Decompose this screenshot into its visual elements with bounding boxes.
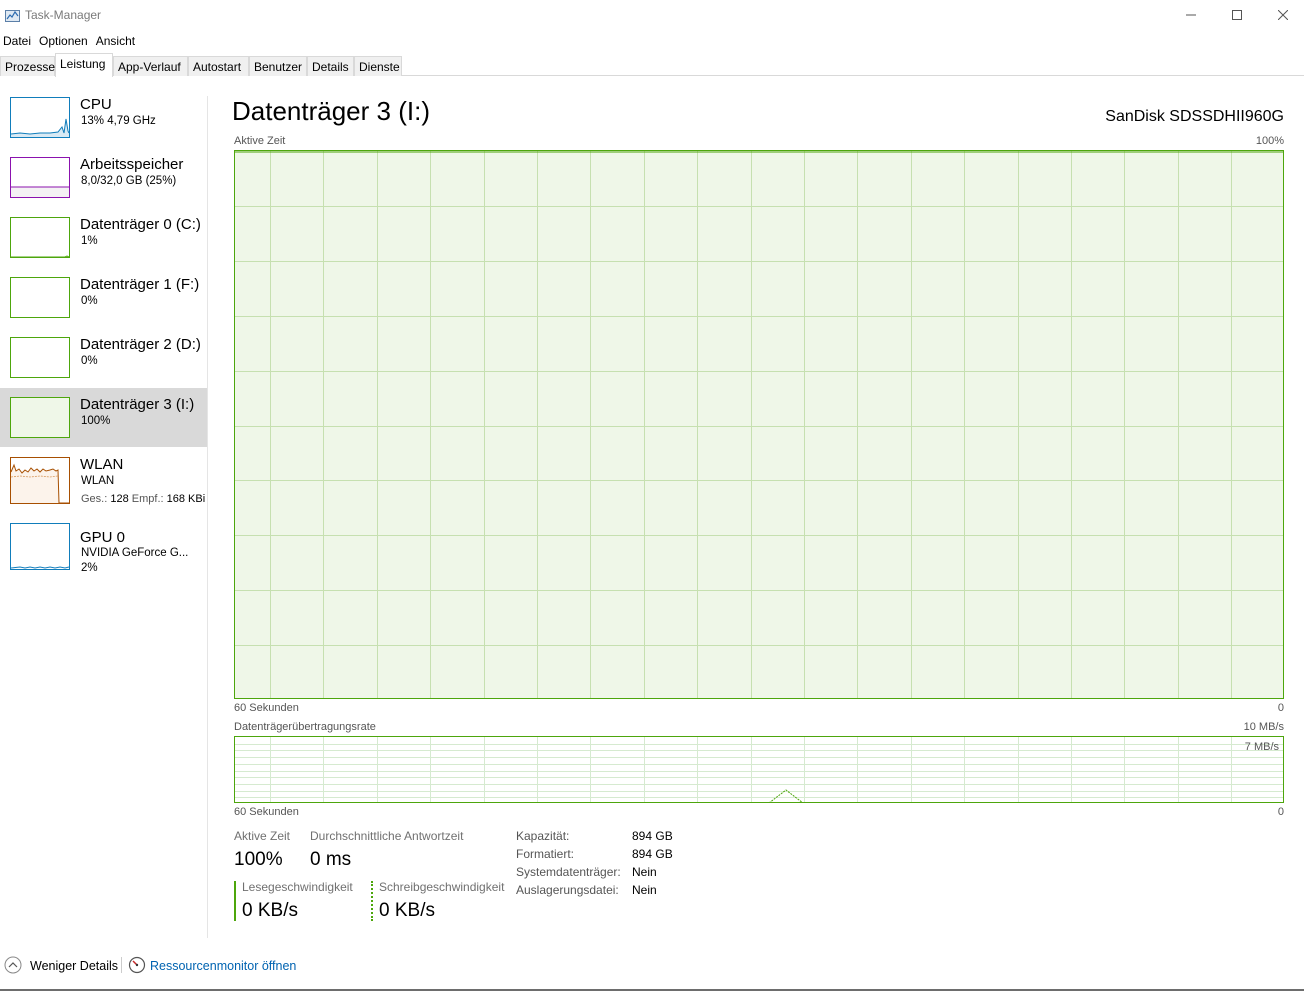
cpu-thumbnail-graph — [10, 97, 70, 138]
stat-read-speed-label: Lesegeschwindigkeit — [242, 880, 353, 894]
resource-monitor-icon — [128, 956, 146, 974]
disk-model: SanDisk SDSSDHII960G — [1105, 108, 1284, 125]
device-item-disk-1[interactable]: Datenträger 1 (F:) 0% — [0, 257, 207, 318]
device-status-disk-3: 100% — [81, 415, 111, 427]
page-title: Datenträger 3 (I:) — [232, 96, 430, 126]
active-time-grid — [235, 151, 1283, 698]
gpu-thumbnail-graph — [10, 523, 70, 570]
transfer-x-left: 60 Sekunden — [234, 806, 299, 818]
stat-write-speed-label: Schreibgeschwindigkeit — [379, 880, 505, 894]
device-name-disk-1: Datenträger 1 (F:) — [80, 276, 200, 293]
device-name-gpu-0: GPU 0 — [80, 529, 126, 546]
transfer-rate-grid — [235, 737, 1283, 802]
stat-read-speed-value: 0 KB/s — [242, 900, 298, 921]
device-name-disk-3: Datenträger 3 (I:) — [80, 396, 195, 413]
active-time-x-right: 0 — [1277, 702, 1284, 714]
menu-optionen[interactable]: Optionen — [36, 31, 93, 51]
menu-bar: Datei Optionen Ansicht — [0, 31, 140, 51]
wlan-thumbnail-graph — [10, 457, 70, 504]
stat-write-speed-value: 0 KB/s — [379, 900, 435, 921]
close-button[interactable] — [1260, 0, 1304, 30]
disk-1-thumbnail-graph — [10, 277, 70, 318]
transfer-graph-max: 10 MB/s — [1243, 721, 1284, 733]
title-bar: Task-Manager — [0, 0, 1304, 30]
prop-capacity-label: Kapazität: — [516, 829, 570, 843]
read-speed-indicator — [234, 881, 236, 921]
transfer-x-right: 0 — [1277, 806, 1284, 818]
transfer-rate-graph: 7 MB/s — [234, 736, 1284, 803]
stat-avg-response-value: 0 ms — [310, 849, 352, 870]
less-details-button[interactable]: Weniger Details — [30, 959, 118, 973]
device-status-wlan: WLAN — [81, 475, 115, 487]
device-item-disk-0[interactable]: Datenträger 0 (C:) 1% — [0, 197, 207, 258]
menu-datei[interactable]: Datei — [0, 31, 36, 51]
device-name-disk-2: Datenträger 2 (D:) — [80, 336, 201, 353]
footer-divider — [121, 957, 122, 973]
device-name-wlan: WLAN — [80, 456, 124, 473]
tab-leistung[interactable]: Leistung — [55, 53, 113, 77]
tab-app-verlauf[interactable]: App-Verlauf — [113, 56, 188, 76]
minimize-button[interactable] — [1168, 0, 1214, 30]
tab-prozesse[interactable]: Prozesse — [0, 56, 55, 76]
prop-system-disk-value: Nein — [632, 865, 657, 879]
tab-autostart[interactable]: Autostart — [188, 56, 249, 76]
device-item-wlan[interactable]: WLAN WLAN Ges.: 128 Empf.: 168 KBi — [0, 437, 207, 507]
close-icon — [1278, 10, 1288, 20]
active-time-graph — [234, 150, 1284, 699]
disk-2-thumbnail-graph — [10, 337, 70, 378]
transfer-graph-label: Datenträgerübertragungsrate — [234, 721, 376, 733]
stat-active-time-label: Aktive Zeit — [234, 829, 291, 843]
tab-dienste[interactable]: Dienste — [354, 56, 402, 76]
menu-ansicht[interactable]: Ansicht — [93, 31, 140, 51]
memory-thumbnail-graph — [10, 157, 70, 198]
device-status-cpu: 13% 4,79 GHz — [81, 115, 156, 127]
device-status-disk-1: 0% — [81, 295, 98, 307]
window-title: Task-Manager — [25, 8, 102, 22]
resource-monitor-link[interactable]: Ressourcenmonitor öffnen — [150, 959, 296, 973]
disk-3-thumbnail-graph — [10, 397, 70, 438]
disk-0-thumbnail-graph — [10, 217, 70, 258]
device-item-memory[interactable]: Arbeitsspeicher 8,0/32,0 GB (25%) — [0, 137, 207, 198]
chevron-up-circle-icon — [4, 956, 22, 974]
prop-formatted-value: 894 GB — [632, 847, 673, 861]
stat-active-time-value: 100% — [234, 849, 283, 870]
prop-pagefile-label: Auslagerungsdatei: — [516, 883, 619, 897]
device-item-cpu[interactable]: CPU 13% 4,79 GHz — [0, 77, 207, 138]
footer: Weniger Details Ressourcenmonitor öffnen — [0, 950, 1304, 988]
device-name-disk-0: Datenträger 0 (C:) — [80, 216, 201, 233]
transfer-graph-inner-label: 7 MB/s — [1244, 741, 1279, 753]
maximize-button[interactable] — [1214, 0, 1260, 30]
device-name-memory: Arbeitsspeicher — [80, 156, 184, 173]
active-time-graph-label: Aktive Zeit — [234, 135, 286, 147]
active-time-x-left: 60 Sekunden — [234, 702, 299, 714]
task-manager-icon — [5, 10, 20, 22]
device-status-memory: 8,0/32,0 GB (25%) — [81, 175, 177, 187]
panel-divider — [207, 96, 208, 938]
tab-bar: Prozesse Leistung App-Verlauf Autostart … — [0, 53, 1304, 77]
device-status-disk-0: 1% — [81, 235, 98, 247]
device-status-gpu-0: NVIDIA GeForce G... — [81, 547, 189, 559]
tab-details[interactable]: Details — [307, 56, 354, 76]
prop-capacity-value: 894 GB — [632, 829, 673, 843]
prop-formatted-label: Formatiert: — [516, 847, 575, 861]
prop-pagefile-value: Nein — [632, 883, 657, 897]
tab-benutzer[interactable]: Benutzer — [249, 56, 307, 76]
device-name-cpu: CPU — [80, 96, 112, 113]
device-list: CPU 13% 4,79 GHz Arbeitsspeicher 8,0/32,… — [0, 77, 207, 939]
stat-avg-response-label: Durchschnittliche Antwortzeit — [310, 829, 464, 843]
active-time-graph-max: 100% — [1255, 135, 1284, 147]
device-usage-gpu-0: 2% — [81, 562, 98, 574]
device-item-disk-2[interactable]: Datenträger 2 (D:) 0% — [0, 317, 207, 378]
prop-system-disk-label: Systemdatenträger: — [516, 865, 621, 879]
device-status-disk-2: 0% — [81, 355, 98, 367]
minimize-icon — [1186, 14, 1196, 16]
device-item-gpu-0[interactable]: GPU 0 NVIDIA GeForce G... 2% — [0, 503, 207, 574]
maximize-icon — [1232, 10, 1242, 20]
write-speed-indicator — [371, 881, 373, 921]
